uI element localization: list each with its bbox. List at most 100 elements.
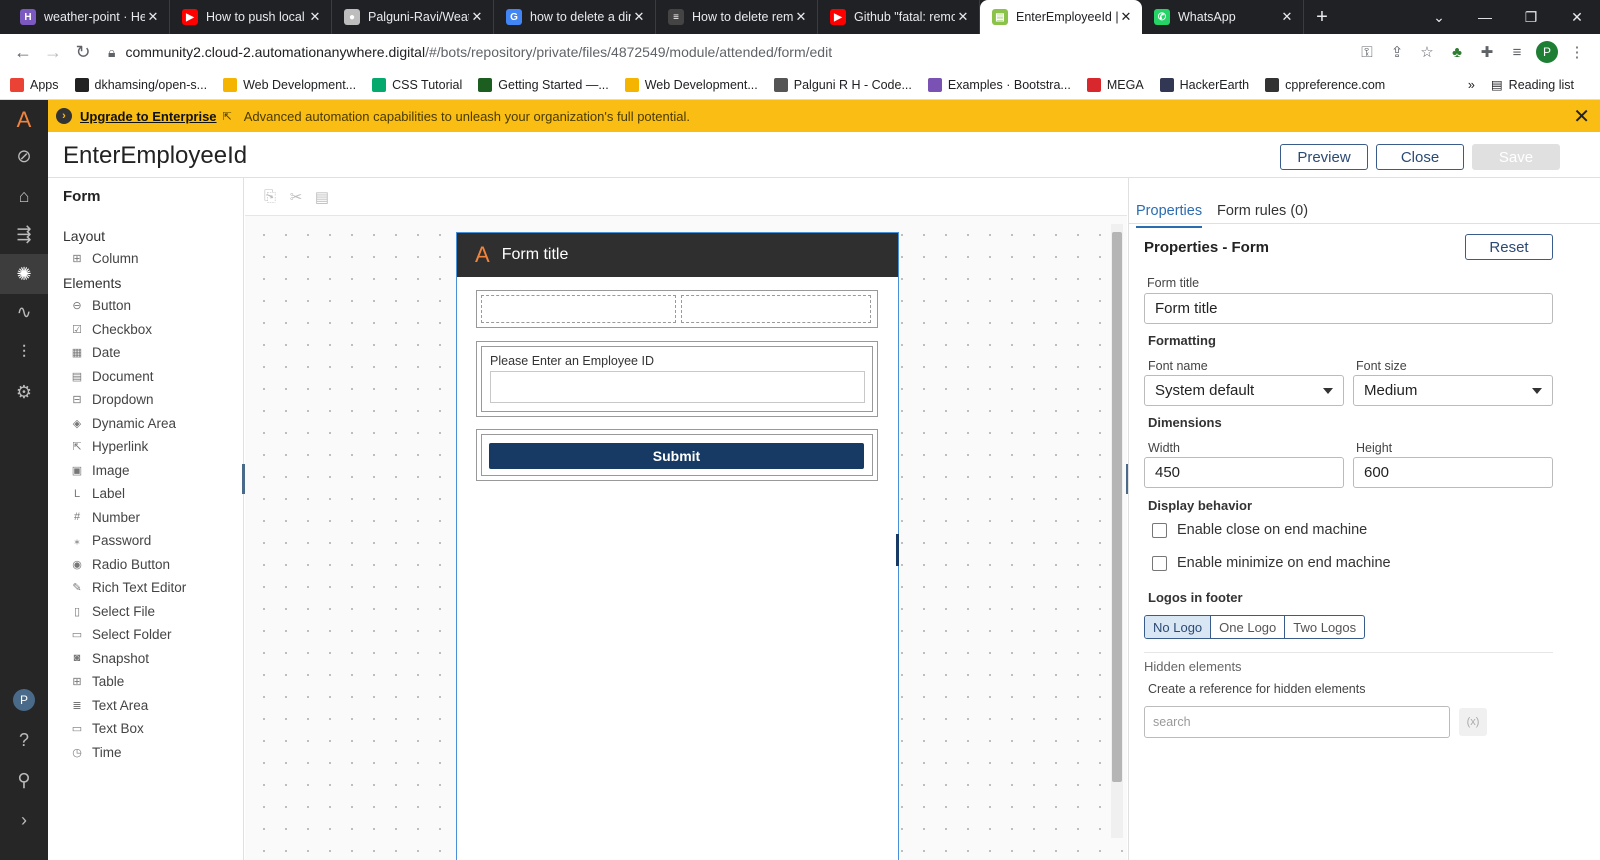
tab-close-icon[interactable]: ✕	[469, 9, 485, 25]
extensions-puzzle-icon[interactable]: ✚	[1472, 37, 1502, 67]
banner-close-icon[interactable]: ✕	[1573, 104, 1590, 129]
bot-agent-status-icon[interactable]: ⚲	[0, 760, 48, 800]
palette-item[interactable]: ⇱ Hyperlink	[70, 439, 148, 454]
column-cell-2[interactable]	[681, 295, 871, 323]
tab-close-icon[interactable]: ✕	[145, 9, 161, 25]
palette-item[interactable]: ⊟ Dropdown	[70, 392, 153, 407]
palette-item[interactable]: ☑ Checkbox	[70, 322, 152, 337]
user-avatar[interactable]: P	[0, 680, 48, 720]
palette-item[interactable]: # Number	[70, 510, 140, 525]
upgrade-link[interactable]: Upgrade to Enterprise	[80, 109, 217, 124]
share-icon[interactable]: ⇪	[1382, 37, 1412, 67]
employee-id-input[interactable]	[490, 371, 865, 403]
tab-close-icon[interactable]: ✕	[1279, 9, 1295, 25]
automation-anywhere-logo-icon[interactable]: A	[0, 100, 48, 140]
activity-icon[interactable]: ∿	[0, 292, 48, 332]
back-button[interactable]: ←	[8, 37, 38, 67]
palette-item[interactable]: ▦ Date	[70, 345, 121, 360]
palette-item[interactable]: ◷ Time	[70, 745, 121, 760]
palette-item[interactable]: ▭ Text Box	[70, 721, 144, 736]
browser-tab[interactable]: ● Palguni-Ravi/Weat ✕	[332, 0, 494, 34]
restore-button[interactable]: ❐	[1508, 0, 1554, 34]
media-list-icon[interactable]: ≡	[1502, 37, 1532, 67]
help-icon[interactable]: ?	[0, 720, 48, 760]
expand-rail-icon[interactable]: ›	[0, 800, 48, 840]
palette-item[interactable]: ◈ Dynamic Area	[70, 416, 176, 431]
palette-item[interactable]: ≣ Text Area	[70, 698, 148, 713]
checkbox-box[interactable]	[1152, 555, 1167, 571]
new-tab-button[interactable]: +	[1304, 0, 1340, 34]
bookmark-item[interactable]: Web Development...	[223, 77, 356, 92]
checkbox-box[interactable]	[1152, 522, 1167, 538]
tab-close-icon[interactable]: ✕	[955, 9, 971, 25]
bookmark-item[interactable]: cppreference.com	[1265, 77, 1385, 92]
administration-gear-icon[interactable]: ⚙	[0, 372, 48, 412]
close-button[interactable]: Close	[1376, 144, 1464, 170]
bookmark-item[interactable]: Examples · Bootstra...	[927, 77, 1071, 92]
home-icon[interactable]: ⌂	[0, 176, 48, 216]
palette-item[interactable]: ▣ Image	[70, 463, 130, 478]
tab-search-icon[interactable]: ⌄	[1416, 0, 1462, 34]
browser-menu-icon[interactable]: ⋮	[1562, 37, 1592, 67]
browser-tab[interactable]: ✆ WhatsApp ✕	[1142, 0, 1304, 34]
profile-button[interactable]: P	[1532, 37, 1562, 67]
font-size-select[interactable]: Medium	[1353, 375, 1553, 406]
form-title-field[interactable]: Form title	[1144, 293, 1553, 324]
reading-list-button[interactable]: ▤ Reading list	[1491, 77, 1574, 93]
bookmark-item[interactable]: CSS Tutorial	[372, 77, 462, 92]
preview-button[interactable]: Preview	[1280, 144, 1368, 170]
column-layout[interactable]	[476, 290, 878, 328]
save-button[interactable]: Save	[1472, 144, 1560, 170]
palette-item[interactable]: ▭ Select Folder	[70, 627, 172, 642]
tab-properties[interactable]: Properties	[1136, 203, 1203, 228]
bookmark-item[interactable]: Apps	[10, 77, 59, 92]
bookmark-item[interactable]: Web Development...	[624, 77, 758, 92]
manage-icon[interactable]: ⫶	[0, 332, 48, 372]
palette-item[interactable]: ⊞ Column	[70, 251, 138, 266]
browser-tab[interactable]: Hweather-point · He ✕	[8, 0, 170, 34]
palette-item[interactable]: ◙ Snapshot	[70, 651, 149, 666]
form-preview[interactable]: A Form title Please Enter an Employee ID…	[456, 232, 899, 860]
bookmark-item[interactable]: HackerEarth	[1159, 77, 1249, 92]
column-cell-1[interactable]	[481, 295, 676, 323]
tab-close-icon[interactable]: ✕	[1118, 9, 1134, 25]
palette-item[interactable]: ▤ Document	[70, 369, 154, 384]
explore-compass-icon[interactable]: ⊘	[0, 136, 48, 176]
font-name-select[interactable]: System default	[1144, 375, 1344, 406]
enable-close-checkbox[interactable]: Enable close on end machine	[1152, 522, 1367, 538]
height-field[interactable]: 600	[1353, 457, 1553, 488]
automation-icon[interactable]: ✺	[0, 254, 48, 294]
palette-item[interactable]: ⁎ Password	[70, 533, 151, 548]
browser-tab[interactable]: ▤ EnterEmployeeId | ✕	[980, 0, 1142, 34]
bookmark-item[interactable]: Getting Started —...	[478, 77, 609, 92]
palette-item[interactable]: L Label	[70, 486, 125, 501]
button-element[interactable]: Submit	[476, 429, 878, 481]
cut-icon[interactable]: ✂	[283, 188, 309, 206]
scrollbar-thumb[interactable]	[1112, 232, 1122, 782]
tab-close-icon[interactable]: ✕	[793, 9, 809, 25]
logo-option[interactable]: No Logo	[1145, 616, 1212, 638]
bookmark-item[interactable]: dkhamsing/open-s...	[74, 77, 207, 92]
palette-item[interactable]: ⊖ Button	[70, 298, 131, 313]
bookmarks-overflow-icon[interactable]: »	[1468, 78, 1475, 92]
submit-button[interactable]: Submit	[489, 443, 864, 469]
logo-option[interactable]: Two Logos	[1285, 616, 1364, 638]
url-input[interactable]: 🔒︎ community2.cloud-2.automationanywhere…	[98, 37, 1352, 67]
extension-tree-icon[interactable]: ♣	[1442, 37, 1472, 67]
tab-form-rules[interactable]: Form rules (0)	[1217, 203, 1308, 219]
bookmark-item[interactable]: Palguni R H - Code...	[773, 77, 912, 92]
browser-tab[interactable]: Ghow to delete a dir ✕	[494, 0, 656, 34]
reload-button[interactable]: ↻	[68, 37, 98, 67]
width-field[interactable]: 450	[1144, 457, 1344, 488]
key-icon[interactable]: ⚿	[1352, 37, 1382, 67]
bots-icon[interactable]: ⇶	[0, 214, 48, 254]
reset-button[interactable]: Reset	[1465, 234, 1553, 260]
form-resize-handle[interactable]	[896, 534, 899, 566]
forward-button[interactable]: →	[38, 37, 68, 67]
textbox-element[interactable]: Please Enter an Employee ID	[476, 341, 878, 417]
star-icon[interactable]: ☆	[1412, 37, 1442, 67]
bookmark-item[interactable]: MEGA	[1086, 77, 1144, 92]
minimize-button[interactable]: —	[1462, 0, 1508, 34]
tab-close-icon[interactable]: ✕	[307, 9, 323, 25]
palette-item[interactable]: ⊞ Table	[70, 674, 124, 689]
